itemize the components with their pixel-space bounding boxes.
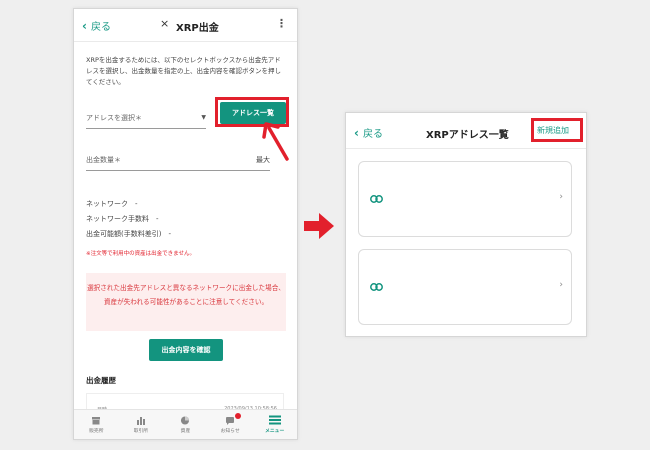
- network-warning: 選択された出金先アドレスと異なるネットワークに出金した場合、資産が失われる可能性…: [86, 273, 286, 331]
- network-fee-info: ネットワーク手数料 -: [86, 215, 159, 223]
- back-label: 戻る: [90, 22, 111, 33]
- page-title: XRPアドレス一覧: [426, 130, 509, 141]
- link-icon: [370, 283, 383, 291]
- pointer-arrow-icon: [262, 122, 289, 161]
- tab-label: メニュー: [265, 429, 285, 434]
- order-note: ※注文等で利用中の資産は出金できません。: [86, 251, 195, 257]
- close-icon[interactable]: ×: [160, 17, 169, 30]
- tab-exchange[interactable]: 取引所: [119, 410, 164, 439]
- tab-assets[interactable]: 資産: [163, 410, 208, 439]
- shop-icon: [92, 416, 101, 424]
- address-list-screen: ‹ 戻る XRPアドレス一覧 › ›: [345, 112, 587, 337]
- tab-bar: 販売所 取引所 資産 お知らせ メニュー: [74, 409, 297, 439]
- back-button[interactable]: ‹ 戻る: [82, 18, 111, 34]
- chevron-left-icon: ‹: [354, 125, 359, 140]
- address-card[interactable]: ›: [358, 161, 572, 237]
- new-address-button[interactable]: 新規追加: [537, 125, 569, 136]
- address-card[interactable]: ›: [358, 249, 572, 325]
- tab-label: 資産: [180, 428, 191, 434]
- withdraw-screen: ‹ 戻る × XRP出金 ⋮ XRPを出金するためには、以下のセレクトボックスか…: [73, 8, 298, 440]
- chevron-right-icon: ›: [559, 280, 563, 290]
- more-menu-icon[interactable]: ⋮: [276, 17, 287, 30]
- header: ‹ 戻る × XRP出金 ⋮: [74, 9, 297, 42]
- tab-shop[interactable]: 販売所: [74, 410, 119, 439]
- dropdown-caret-icon: ▼: [201, 114, 206, 121]
- menu-icon: [268, 415, 281, 425]
- bar-chart-icon: [136, 416, 145, 425]
- notification-badge: [234, 413, 241, 419]
- chevron-left-icon: ‹: [82, 18, 87, 33]
- tab-label: 販売所: [89, 428, 104, 434]
- history-title: 出金履歴: [86, 376, 116, 385]
- link-icon: [370, 195, 383, 203]
- arrow-right-icon: [304, 213, 334, 239]
- pie-chart-icon: [181, 415, 190, 425]
- network-info: ネットワーク -: [86, 200, 138, 208]
- address-select-placeholder: アドレスを選択＊: [86, 114, 142, 122]
- chevron-right-icon: ›: [559, 192, 563, 202]
- quantity-field[interactable]: 出金数量＊ 最大: [86, 155, 270, 171]
- tab-label: お知らせ: [220, 428, 240, 434]
- tab-menu[interactable]: メニュー: [252, 410, 297, 439]
- page-title: XRP出金: [176, 23, 219, 34]
- back-label: 戻る: [362, 129, 383, 140]
- back-button[interactable]: ‹ 戻る: [354, 125, 383, 141]
- address-select[interactable]: アドレスを選択＊ ▼: [86, 113, 206, 129]
- notification-icon: [226, 416, 235, 425]
- intro-text: XRPを出金するためには、以下のセレクトボックスから出金先アドレスを選択し、出金…: [86, 56, 281, 86]
- tab-news[interactable]: お知らせ: [208, 410, 253, 439]
- confirm-withdraw-button[interactable]: 出金内容を確認: [149, 339, 223, 361]
- tab-label: 取引所: [133, 428, 149, 434]
- withdrawable-info: 出金可能額(手数料差引) -: [86, 230, 171, 238]
- quantity-label: 出金数量＊: [86, 156, 121, 164]
